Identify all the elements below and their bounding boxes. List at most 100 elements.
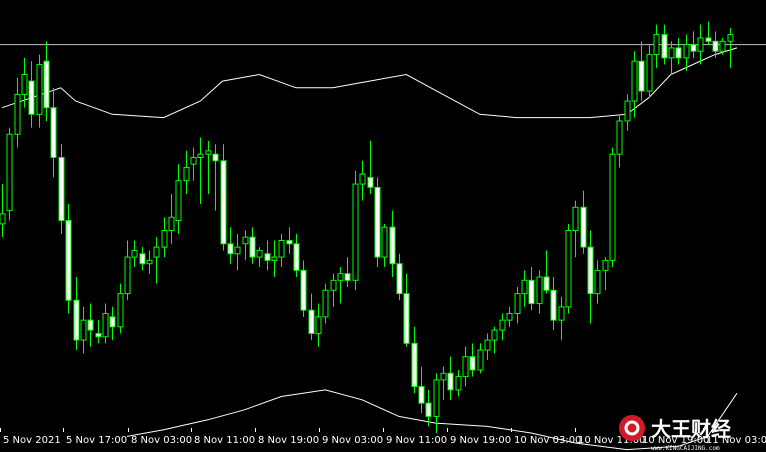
candle-body [705,37,712,42]
candle-body [249,236,256,258]
candle [65,203,72,314]
candle-body [594,269,601,295]
candle-body [197,153,204,158]
candle-body [36,64,43,115]
chart-canvas: 5 Nov 2021 5 Nov 17:00 8 Nov 03:00 8 Nov 11… [0,0,766,452]
candle-body [572,206,579,232]
candle-body [396,263,403,295]
candle [374,177,381,268]
candle [565,223,572,314]
candle-body [14,93,21,135]
candle-body [168,216,175,232]
candle-body [256,249,263,258]
watermark-logo-text: 大王财经 [651,417,731,441]
candle-body [344,273,351,281]
watermark-logo-icon [619,415,645,441]
candle-body [300,269,307,311]
candle-body [683,44,690,59]
x-tick-label: 5 Nov 2021 [3,435,61,446]
candle-body [477,349,484,371]
candle-body [381,226,388,258]
candle-body [440,372,447,381]
candle-body [95,332,102,338]
candle-body [117,293,124,328]
candle-body [712,40,719,52]
candle-body [109,316,116,328]
candle-body [264,253,271,261]
candle-body [337,273,344,281]
candle-body [624,100,631,122]
candle-body [661,34,668,59]
candle-body [6,133,13,212]
candle-body [28,80,35,115]
candle-body [609,153,616,261]
candle-body [550,289,557,321]
candle-body [212,153,219,162]
candle-body [447,372,454,391]
candle-body [521,279,528,295]
candle-body [491,329,498,341]
candle-body [425,402,432,417]
candle-body [499,319,506,331]
candle-body [80,319,87,341]
candle [58,144,65,234]
x-tick-label: 10 Nov 03:00 [514,435,581,446]
candle-body [433,379,440,417]
candle-body [278,239,285,258]
candle-body [367,176,374,188]
candle-body [43,60,50,109]
candle-body [50,107,57,158]
candle [352,170,359,291]
candle-body [668,47,675,59]
candle-body [286,239,293,245]
candle-body [293,243,300,271]
candle-body [690,44,697,52]
candle [609,147,616,268]
candle-body [161,230,168,248]
candle-body [697,37,704,52]
candle-body [411,342,418,388]
candle-body [131,249,138,258]
candle-body [220,160,227,245]
candle-body [271,256,278,261]
candle-body [205,150,212,155]
candle-body [638,60,645,92]
candle-body [536,276,543,305]
candle-body [469,356,476,371]
candle-body [675,47,682,59]
candle-body [73,299,80,341]
x-tick-label: 8 Nov 11:00 [194,435,255,446]
candle-body [0,213,6,225]
candle-body [528,279,535,305]
candle-body [146,259,153,265]
candle-body [227,243,234,255]
candle-body [21,73,28,95]
candle-body [418,386,425,404]
candle-body [455,376,462,391]
candle-body [139,253,146,265]
candle-body [124,256,131,295]
x-tick-label: 8 Nov 03:00 [131,435,192,446]
candle-body [506,313,513,321]
candle-body [190,156,197,165]
candle-body [514,293,521,315]
x-tick-label: 8 Nov 19:00 [258,435,319,446]
candle-body [631,60,638,102]
candle-body [719,40,726,52]
candle-body [602,259,609,271]
candle-body [580,206,587,248]
candle-body [646,54,653,92]
candle-body [308,309,315,334]
candle-body [616,120,623,155]
candle-body [58,156,65,222]
x-tick-label: 9 Nov 03:00 [322,435,383,446]
candle-body [543,276,550,291]
candle-body [403,293,410,344]
candle-body [242,236,249,245]
x-tick-label: 9 Nov 11:00 [386,435,447,446]
candle-body [102,313,109,338]
x-tick-label: 9 Nov 19:00 [450,435,511,446]
candle-body [374,186,381,258]
candle-body [359,173,366,185]
candlestick-chart: 5 Nov 2021 5 Nov 17:00 8 Nov 03:00 8 Nov 11… [0,0,766,452]
